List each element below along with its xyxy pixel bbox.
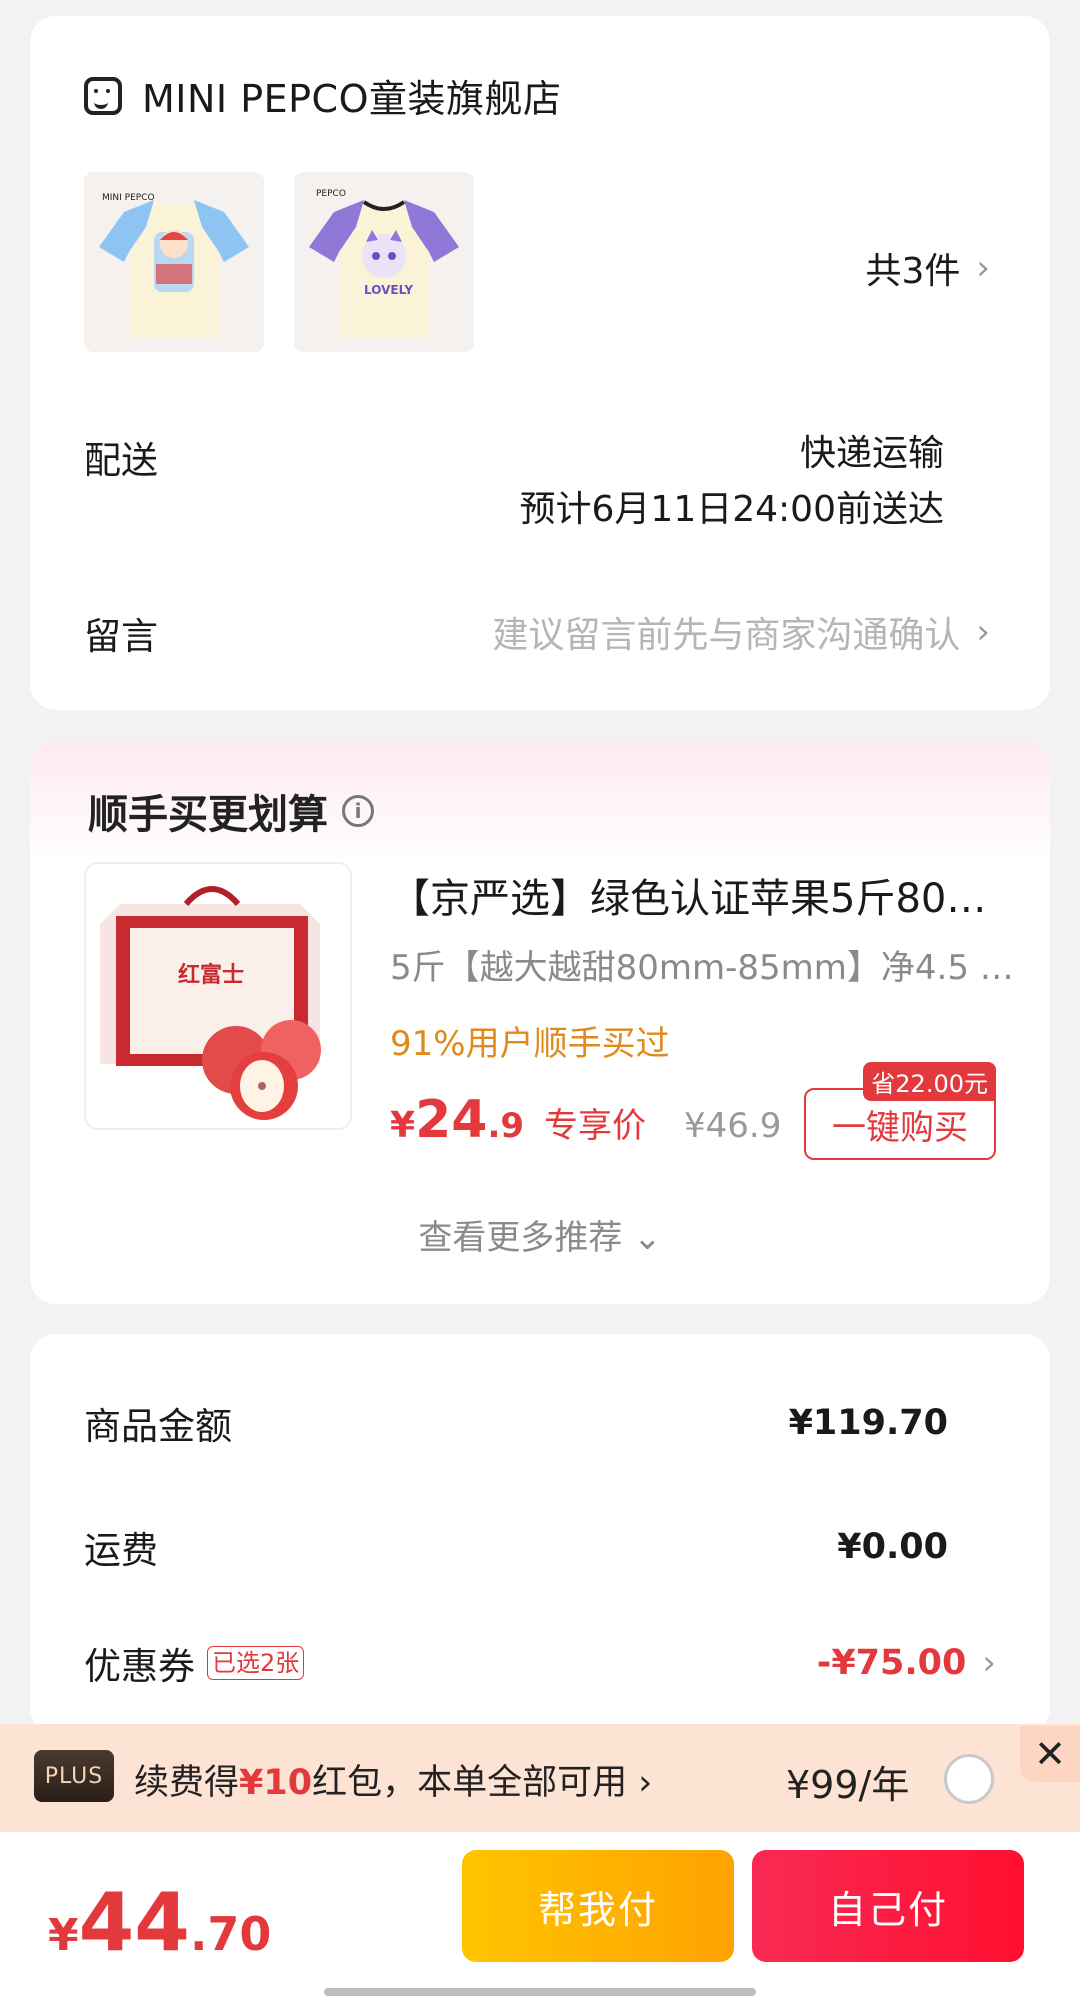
- goods-amount-value: ¥119.70: [788, 1403, 948, 1443]
- goods-amount-row: 商品金额 ¥119.70: [84, 1396, 996, 1450]
- help-pay-button[interactable]: 帮我付: [462, 1850, 734, 1962]
- recommend-title: 顺手买更划算 i: [88, 782, 374, 840]
- plus-offer-text[interactable]: 续费得¥10红包，本单全部可用 ›: [134, 1754, 652, 1805]
- goods-amount-label: 商品金额: [84, 1405, 232, 1448]
- message-field[interactable]: 建议留言前先与商家沟通确认 ›: [492, 606, 990, 658]
- message-label: 留言: [84, 615, 158, 658]
- plus-text-suffix: 红包，本单全部可用: [312, 1763, 628, 1803]
- product-image-text: 红富士: [178, 962, 244, 988]
- plus-price: ¥99/年: [786, 1763, 910, 1807]
- plus-text-amount: ¥10: [239, 1763, 313, 1803]
- coupon-selected-badge: 已选2张: [207, 1646, 305, 1680]
- info-icon[interactable]: i: [342, 795, 374, 827]
- svg-text:PEPCO: PEPCO: [316, 189, 346, 199]
- recommend-product-title[interactable]: 【京严选】绿色认证苹果5斤80…: [390, 866, 1010, 924]
- recommend-price: ¥ 24 .9 专享价 ¥46.9: [390, 1090, 781, 1150]
- total-decimal: .70: [189, 1907, 272, 1961]
- coupon-row[interactable]: 优惠券 已选2张 -¥75.00 ›: [84, 1636, 996, 1690]
- shipping-row: 运费 ¥0.00: [84, 1520, 996, 1574]
- social-proof: 91%用户顺手买过: [390, 1024, 670, 1064]
- shop-card: MINI PEPCO童装旗舰店 MINI PEPCO LOVELY PEPCO …: [30, 16, 1050, 710]
- price-decimal: .9: [487, 1106, 525, 1146]
- apple-box-image: 红富士: [86, 864, 350, 1128]
- svg-text:LOVELY: LOVELY: [364, 283, 413, 297]
- coupon-right: -¥75.00 ›: [817, 1643, 996, 1683]
- recommend-product-image[interactable]: 红富士: [84, 862, 352, 1130]
- price-currency: ¥: [390, 1105, 416, 1146]
- recommend-title-text: 顺手买更划算: [88, 792, 328, 838]
- total-price: ¥ 44 .70: [48, 1876, 271, 1969]
- shop-icon: [84, 76, 122, 115]
- message-placeholder: 建议留言前先与商家沟通确认: [492, 615, 961, 656]
- original-price: ¥46.9: [684, 1106, 782, 1146]
- price-integer: 24: [415, 1090, 488, 1150]
- self-pay-button[interactable]: 自己付: [752, 1850, 1024, 1962]
- shipping-label: 运费: [84, 1529, 158, 1572]
- tshirt-blue-image: MINI PEPCO: [84, 172, 264, 352]
- radio-icon[interactable]: [944, 1754, 994, 1804]
- product-thumbnail-1[interactable]: MINI PEPCO: [84, 172, 264, 352]
- chevron-right-icon: ›: [976, 248, 990, 288]
- delivery-method: 快递运输: [799, 433, 944, 474]
- shop-name: MINI PEPCO童装旗舰店: [142, 77, 562, 121]
- shop-header[interactable]: MINI PEPCO童装旗舰店: [84, 68, 562, 123]
- tshirt-purple-image: LOVELY PEPCO: [294, 172, 474, 352]
- more-recommend-text: 查看更多推荐: [418, 1218, 623, 1258]
- product-thumbnail-2[interactable]: LOVELY PEPCO: [294, 172, 474, 352]
- item-count[interactable]: 共3件 ›: [865, 242, 990, 294]
- total-currency: ¥: [48, 1910, 79, 1961]
- chevron-down-icon: ⌄: [633, 1218, 662, 1258]
- plus-text-prefix: 续费得: [134, 1763, 240, 1803]
- svg-text:MINI PEPCO: MINI PEPCO: [102, 193, 155, 203]
- item-count-text: 共3件: [865, 251, 961, 292]
- total-integer: 44: [78, 1876, 190, 1969]
- delivery-info: 快递运输 预计6月11日24:00前送达: [520, 426, 944, 538]
- home-indicator[interactable]: [324, 1988, 756, 1996]
- shipping-value: ¥0.00: [837, 1527, 948, 1567]
- recommend-product-spec: 5斤【越大越甜80mm-85mm】净4.5 …: [390, 948, 1010, 988]
- delivery-eta: 预计6月11日24:00前送达: [519, 489, 944, 530]
- exclusive-price-tag: 专享价: [544, 1106, 647, 1146]
- plus-renewal-banner[interactable]: PLUS 续费得¥10红包，本单全部可用 › ¥99/年: [0, 1724, 1080, 1832]
- checkout-bar: ¥ 44 .70 帮我付 自己付: [0, 1832, 1080, 2000]
- delivery-label: 配送: [84, 439, 158, 482]
- plus-badge: PLUS: [34, 1750, 114, 1802]
- save-badge: 省22.00元: [863, 1062, 996, 1101]
- recommend-card: 顺手买更划算 i 红富士 【京严选】绿色认证苹果5斤80… 5斤【越大越甜80m…: [30, 742, 1050, 1304]
- chevron-right-icon: ›: [982, 1643, 996, 1683]
- chevron-right-icon: ›: [976, 612, 990, 652]
- chevron-right-icon: ›: [627, 1763, 653, 1803]
- coupon-label: 优惠券: [84, 1645, 195, 1688]
- more-recommend-link[interactable]: 查看更多推荐 ⌄: [30, 1210, 1050, 1259]
- coupon-left: 优惠券 已选2张: [84, 1636, 305, 1690]
- coupon-value: -¥75.00: [816, 1643, 967, 1683]
- close-icon[interactable]: ✕: [1020, 1726, 1080, 1782]
- amount-card: 商品金额 ¥119.70 运费 ¥0.00 优惠券 已选2张 -¥75.00 ›: [30, 1334, 1050, 1734]
